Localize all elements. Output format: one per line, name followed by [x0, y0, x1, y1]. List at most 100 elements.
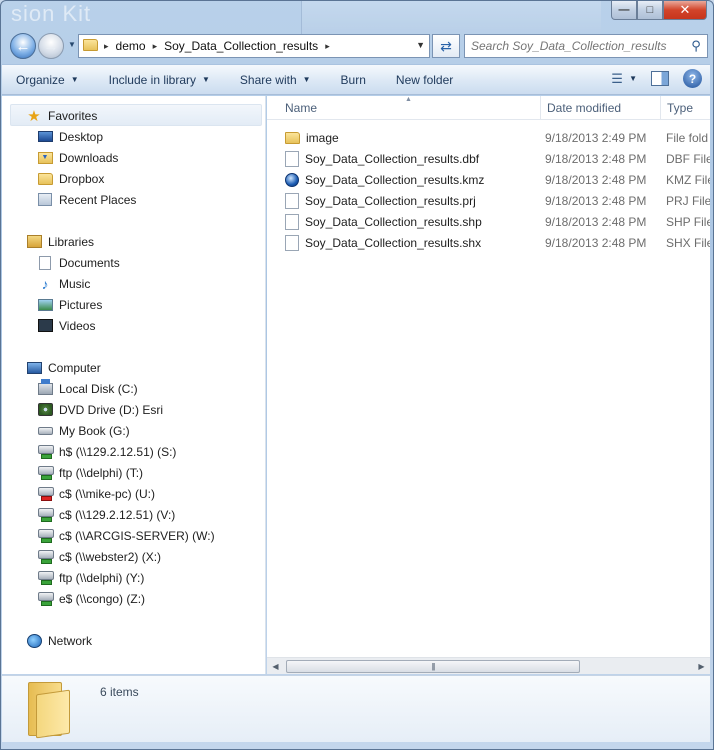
new-folder-button[interactable]: New folder	[396, 73, 453, 87]
nav-item-desktop[interactable]: Desktop	[2, 126, 103, 147]
breadcrumb-separator[interactable]: ▸	[322, 41, 333, 52]
file-row[interactable]: Soy_Data_Collection_results.prj 9/18/201…	[267, 190, 710, 211]
burn-button[interactable]: Burn	[341, 73, 366, 87]
large-folder-icon	[28, 682, 74, 739]
include-in-library-label: Include in library	[108, 72, 196, 87]
file-name: Soy_Data_Collection_results.kmz	[305, 172, 485, 187]
nav-item-recent-places[interactable]: Recent Places	[2, 189, 136, 210]
scroll-right-button[interactable]: ▶	[693, 658, 710, 675]
search-input[interactable]	[471, 39, 685, 53]
command-bar: Organize ▼ Include in library ▼ Share with…	[2, 64, 710, 95]
nav-item-network-drive-y[interactable]: ftp (\\delphi) (Y:)	[2, 567, 144, 588]
preview-pane-icon[interactable]	[651, 71, 669, 86]
nav-item-label: c$ (\\mike-pc) (U:)	[59, 486, 155, 501]
breadcrumb-separator[interactable]: ▸	[101, 41, 112, 52]
minimize-button[interactable]: —	[611, 1, 637, 20]
nav-item-pictures[interactable]: Pictures	[2, 294, 102, 315]
nav-item-label: c$ (\\webster2) (X:)	[59, 549, 162, 564]
address-bar[interactable]: ▸ demo ▸ Soy_Data_Collection_results ▸ ▼	[78, 34, 430, 58]
burn-label: Burn	[340, 72, 366, 87]
nav-item-network-drive-v[interactable]: c$ (\\129.2.12.51) (V:)	[2, 504, 175, 525]
breadcrumb-current-folder[interactable]: Soy_Data_Collection_results	[160, 39, 322, 53]
nav-item-network-drive-t[interactable]: ftp (\\delphi) (T:)	[2, 462, 143, 483]
column-header-name[interactable]: Name	[267, 96, 541, 120]
refresh-button[interactable]: ⇄	[432, 34, 460, 58]
nav-item-label: Dropbox	[59, 171, 105, 186]
search-icon[interactable]: ⚲	[685, 38, 707, 54]
nav-item-my-book-g[interactable]: My Book (G:)	[2, 420, 130, 441]
breadcrumb-separator[interactable]: ▸	[150, 41, 161, 52]
help-icon[interactable]: ?	[683, 69, 702, 88]
view-options-dropdown[interactable]: ▼	[629, 74, 637, 83]
file-row[interactable]: Soy_Data_Collection_results.shp 9/18/201…	[267, 211, 710, 232]
nav-item-label: c$ (\\ARCGIS-SERVER) (W:)	[59, 528, 215, 543]
view-controls: ☰ ▼ ?	[605, 69, 702, 88]
chevron-down-icon: ▼	[302, 75, 311, 84]
view-options-icon[interactable]: ☰	[605, 71, 629, 87]
documents-icon	[37, 255, 53, 271]
nav-item-network-drive-z[interactable]: e$ (\\congo) (Z:)	[2, 588, 145, 609]
file-type: File fold	[666, 130, 709, 145]
breadcrumb-demo[interactable]: demo	[112, 39, 150, 53]
nav-favorites[interactable]: ★ Favorites	[2, 105, 97, 126]
maximize-button[interactable]: □	[637, 1, 663, 20]
folder-icon	[79, 38, 101, 54]
dvd-drive-icon	[37, 402, 53, 418]
nav-item-downloads[interactable]: Downloads	[2, 147, 118, 168]
column-header: ▲ Name Date modified Type	[267, 96, 710, 120]
nav-item-label: h$ (\\129.2.12.51) (S:)	[59, 444, 177, 459]
nav-item-network-drive-x[interactable]: c$ (\\webster2) (X:)	[2, 546, 161, 567]
organize-label: Organize	[16, 72, 65, 87]
nav-item-videos[interactable]: Videos	[2, 315, 95, 336]
forward-button[interactable]: →	[38, 33, 64, 59]
scrollbar-thumb[interactable]: |||	[286, 660, 580, 673]
file-list[interactable]: ▲ Name Date modified Type image 9/18/201…	[267, 96, 710, 674]
nav-item-music[interactable]: ♪ Music	[2, 273, 91, 294]
nav-libraries[interactable]: Libraries	[2, 231, 94, 252]
address-dropdown-icon[interactable]: ▼	[416, 40, 425, 50]
nav-computer[interactable]: Computer	[2, 357, 101, 378]
back-button[interactable]: ←	[10, 33, 36, 59]
recent-places-icon	[37, 192, 53, 208]
nav-item-network-drive-w[interactable]: c$ (\\ARCGIS-SERVER) (W:)	[2, 525, 215, 546]
scroll-left-button[interactable]: ◀	[267, 658, 284, 675]
nav-item-network-drive-u[interactable]: c$ (\\mike-pc) (U:)	[2, 483, 155, 504]
column-name-label: Name	[285, 101, 318, 115]
file-row[interactable]: Soy_Data_Collection_results.shx 9/18/201…	[267, 232, 710, 253]
folder-icon	[285, 131, 300, 144]
file-date: 9/18/2013 2:48 PM	[545, 235, 647, 250]
include-in-library-menu[interactable]: Include in library ▼	[109, 73, 210, 87]
nav-item-label: Pictures	[59, 297, 103, 312]
share-with-menu[interactable]: Share with ▼	[240, 73, 311, 87]
nav-item-local-disk-c[interactable]: Local Disk (C:)	[2, 378, 138, 399]
file-date: 9/18/2013 2:48 PM	[545, 193, 647, 208]
recent-pages-button[interactable]: ▼	[68, 40, 76, 49]
nav-item-label: Desktop	[59, 129, 104, 144]
column-header-date-modified[interactable]: Date modified	[529, 96, 651, 120]
file-row[interactable]: Soy_Data_Collection_results.kmz 9/18/201…	[267, 169, 710, 190]
maximize-icon: □	[646, 4, 654, 16]
network-drive-icon	[37, 549, 54, 565]
file-date: 9/18/2013 2:49 PM	[545, 130, 647, 145]
nav-item-documents[interactable]: Documents	[2, 252, 120, 273]
file-row[interactable]: Soy_Data_Collection_results.dbf 9/18/201…	[267, 148, 710, 169]
nav-network[interactable]: Network	[2, 630, 92, 651]
column-header-type[interactable]: Type	[649, 96, 710, 120]
minimize-icon: —	[618, 4, 630, 16]
navigation-pane[interactable]: ★ Favorites Desktop Downloads Dropbox Re…	[2, 96, 266, 674]
file-name: Soy_Data_Collection_results.prj	[305, 193, 476, 208]
organize-menu[interactable]: Organize ▼	[16, 73, 79, 87]
grip-icon: |||	[431, 662, 435, 671]
file-name: Soy_Data_Collection_results.shx	[305, 235, 482, 250]
nav-item-dvd-drive-d[interactable]: DVD Drive (D:) Esri	[2, 399, 163, 420]
file-row[interactable]: image 9/18/2013 2:49 PM File fold	[267, 127, 710, 148]
close-button[interactable]: ✕	[663, 1, 707, 20]
nav-item-dropbox[interactable]: Dropbox	[2, 168, 104, 189]
title-bar[interactable]: sion Kit	[1, 1, 714, 37]
videos-icon	[37, 318, 53, 334]
horizontal-scrollbar[interactable]: ◀ ||| ▶	[267, 657, 710, 674]
network-drive-icon	[37, 507, 54, 523]
close-icon: ✕	[679, 2, 691, 17]
nav-item-network-drive-s[interactable]: h$ (\\129.2.12.51) (S:)	[2, 441, 176, 462]
search-box[interactable]: ⚲	[464, 34, 708, 58]
